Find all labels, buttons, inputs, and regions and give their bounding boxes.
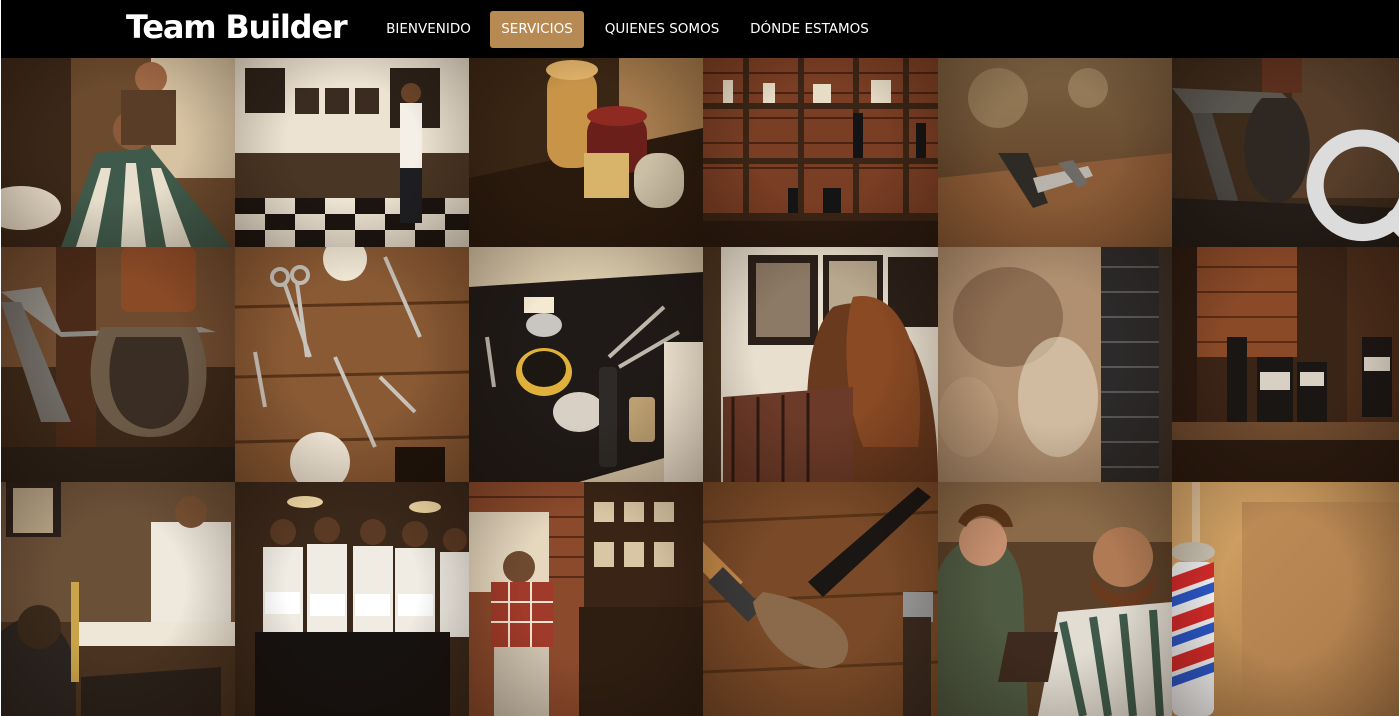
search-icon[interactable] (1266, 108, 1399, 247)
gallery-photo-straight-razor[interactable] (938, 58, 1172, 247)
photo-icon (703, 58, 938, 247)
site-logo[interactable]: Team Builder (126, 7, 348, 47)
nav-item-quienes-somos[interactable]: QUIENES SOMOS (598, 11, 726, 48)
gallery-photo-woman-barber-portraits[interactable] (703, 247, 938, 482)
photo-icon (1172, 482, 1399, 716)
photo-icon (235, 482, 469, 716)
gallery-photo-blurred-brick-column[interactable] (938, 247, 1172, 482)
photo-icon (938, 247, 1172, 482)
gallery-photo-barber-styling-client[interactable] (1, 482, 235, 716)
photo-icon (469, 58, 703, 247)
gallery-photo-barber-pole[interactable] (1172, 482, 1399, 716)
nav-item-donde-estamos[interactable]: DÓNDE ESTAMOS (743, 11, 876, 48)
photo-icon (1, 482, 235, 716)
photo-gallery (1, 58, 1399, 716)
photo-icon (1, 58, 235, 247)
gallery-photo-pomade-tins[interactable] (469, 58, 703, 247)
gallery-photo-barber-tools-towel[interactable] (469, 247, 703, 482)
photo-icon (235, 247, 469, 482)
gallery-photo-shaving-brush-stand[interactable] (1172, 58, 1399, 247)
gallery-photo-barber-team[interactable] (235, 482, 469, 716)
gallery-photo-man-plaid-shirt[interactable] (469, 482, 703, 716)
photo-icon (938, 58, 1172, 247)
gallery-photo-brick-shelves[interactable] (703, 58, 938, 247)
gallery-photo-shaving-brush-closeup[interactable] (1, 247, 235, 482)
gallery-photo-barber-cutting-hair[interactable] (1, 58, 235, 247)
photo-icon (1172, 247, 1399, 482)
photo-icon (469, 482, 703, 716)
gallery-photo-scissors-on-wood[interactable] (235, 247, 469, 482)
nav-item-servicios[interactable]: SERVICIOS (490, 11, 584, 48)
top-navbar: Team Builder BIENVENIDO SERVICIOS QUIENE… (1, 0, 1399, 58)
gallery-photo-brush-and-razor[interactable] (703, 482, 938, 716)
photo-icon (703, 247, 938, 482)
photo-icon (469, 247, 703, 482)
photo-icon (938, 482, 1172, 716)
nav-item-bienvenido[interactable]: BIENVENIDO (379, 11, 478, 48)
photo-icon (703, 482, 938, 716)
gallery-photo-barbershop-interior[interactable] (235, 58, 469, 247)
gallery-photo-barber-trimming-beard[interactable] (938, 482, 1172, 716)
photo-icon (235, 58, 469, 247)
gallery-photo-products-shelf[interactable] (1172, 247, 1399, 482)
photo-icon (1, 247, 235, 482)
